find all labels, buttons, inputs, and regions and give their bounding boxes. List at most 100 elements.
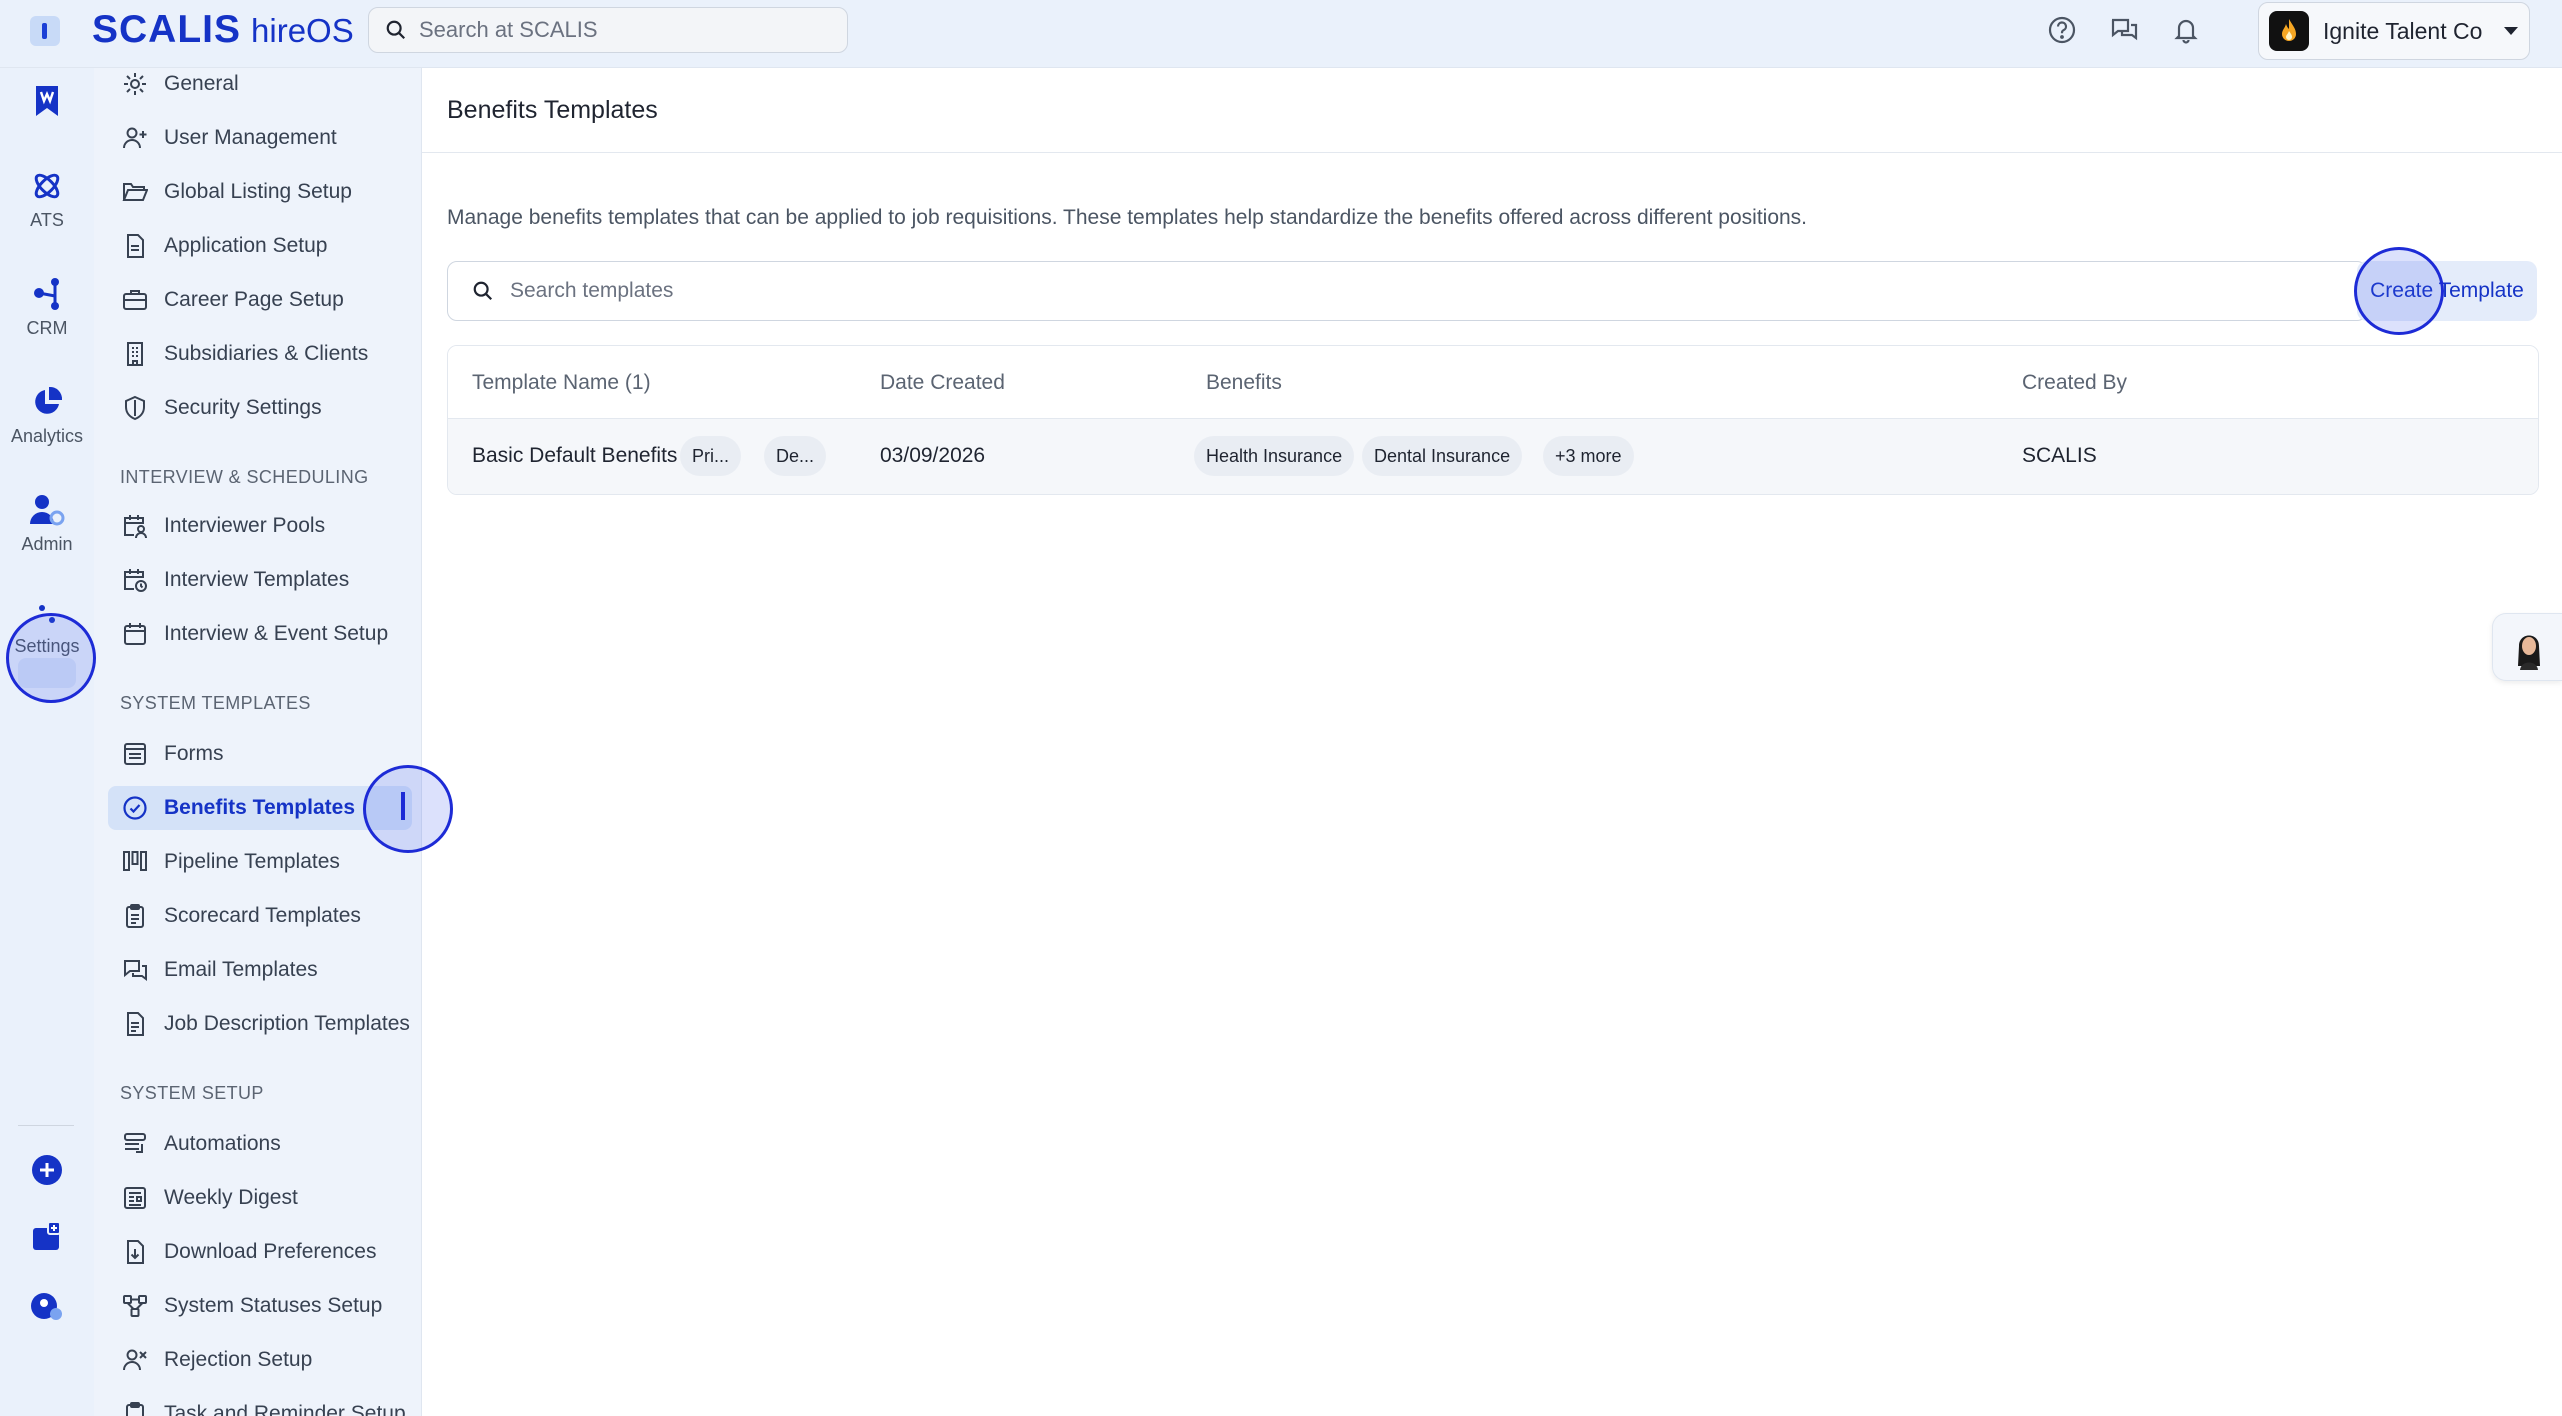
user-x-icon <box>123 1349 147 1371</box>
sidebar-item-label: Interview & Event Setup <box>164 622 389 645</box>
shield-icon <box>125 395 145 421</box>
sidebar-item-label: Security Settings <box>164 396 322 419</box>
sidebar-item-label: Interview Templates <box>164 568 350 591</box>
calendar-icon <box>124 623 146 645</box>
global-search-input[interactable]: Search at SCALIS <box>368 7 848 53</box>
benefit-chip: Health Insurance <box>1194 436 1355 476</box>
pie-chart-icon <box>35 386 63 414</box>
section-header-system-setup: SYSTEM SETUP <box>120 1083 264 1103</box>
column-header-template-name[interactable]: Template Name (1) <box>472 371 651 395</box>
sidebar-item-general[interactable]: General <box>108 68 412 106</box>
app-rail: ATS CRM Analytics Admin Settings SS <box>0 68 94 1416</box>
sidebar-item-interview-templates[interactable]: Interview Templates <box>108 558 412 602</box>
sidebar-item-task-reminder-setup[interactable]: Task and Reminder Setup <box>108 1392 412 1416</box>
rail-label-ats: ATS <box>30 210 64 230</box>
sidebar-item-label: User Management <box>164 126 337 149</box>
highlight-ring-benefits <box>363 765 453 853</box>
chat-bubbles-icon <box>124 960 147 981</box>
sidebar-item-system-statuses-setup[interactable]: System Statuses Setup <box>108 1284 412 1328</box>
sidebar-item-download-preferences[interactable]: Download Preferences <box>108 1230 412 1274</box>
template-search-input[interactable]: Search templates <box>447 261 2367 321</box>
page-description: Manage benefits templates that can be ap… <box>447 206 1808 229</box>
file-download-icon <box>127 1240 144 1264</box>
product-name: hireOS <box>251 12 354 49</box>
column-header-date-created[interactable]: Date Created <box>880 371 1005 395</box>
title-divider <box>422 152 2562 153</box>
check-circle-icon <box>123 796 147 820</box>
assistant-avatar-icon <box>2518 635 2540 670</box>
account-switcher[interactable]: Ignite Talent Co <box>2258 2 2530 60</box>
rail-divider <box>18 1125 74 1126</box>
rail-handbook-button[interactable] <box>0 1220 94 1252</box>
sidebar-item-label: Automations <box>164 1132 281 1155</box>
sidebar-item-application-setup[interactable]: Application Setup <box>108 224 412 268</box>
building-icon <box>127 342 143 366</box>
global-search-placeholder: Search at SCALIS <box>419 17 598 42</box>
search-icon <box>386 20 406 40</box>
sidebar-item-label: Download Preferences <box>164 1240 377 1263</box>
settings-sidebar: General User Management Global Listing S… <box>94 68 422 1416</box>
sidebar-item-email-templates[interactable]: Email Templates <box>108 948 412 992</box>
text-cursor-icon <box>401 792 405 820</box>
benefit-chip: Dental Insurance <box>1362 436 1523 476</box>
rail-item-home[interactable] <box>0 84 94 118</box>
sidebar-item-label: Global Listing Setup <box>164 180 352 203</box>
table-row[interactable]: Basic Default Benefits Pri... De... 03/0… <box>448 419 2538 494</box>
messages-icon[interactable] <box>2106 12 2142 48</box>
sidebar-item-label: Task and Reminder Setup <box>164 1402 406 1416</box>
more-benefits-chip[interactable]: +3 more <box>1543 436 1634 476</box>
plus-circle-icon <box>32 1155 62 1185</box>
rail-item-admin[interactable]: Admin <box>0 492 94 555</box>
notifications-bell-icon[interactable] <box>2168 12 2204 48</box>
document-icon <box>127 234 144 258</box>
help-icon[interactable] <box>2044 12 2080 48</box>
sidebar-item-career-page-setup[interactable]: Career Page Setup <box>108 278 412 322</box>
page-title: Benefits Templates <box>447 96 658 124</box>
highlight-ring-create <box>2354 247 2444 335</box>
sidebar-item-rejection-setup[interactable]: Rejection Setup <box>108 1338 412 1382</box>
sidebar-item-job-description-templates[interactable]: Job Description Templates <box>108 1002 412 1046</box>
sidebar-item-label: Job Description Templates <box>164 1012 410 1035</box>
app-logo[interactable]: SCALIS hireOS <box>92 8 354 52</box>
sidebar-item-subsidiaries-clients[interactable]: Subsidiaries & Clients <box>108 332 412 376</box>
sidebar-item-label: System Statuses Setup <box>164 1294 383 1317</box>
folder-open-icon <box>122 183 148 201</box>
rail-item-analytics[interactable]: Analytics <box>0 384 94 447</box>
sidebar-item-forms[interactable]: Forms <box>108 732 412 776</box>
template-name-cell[interactable]: Basic Default Benefits <box>472 444 677 468</box>
rail-support-button[interactable] <box>0 1290 94 1322</box>
search-icon <box>473 281 493 301</box>
main-content: Benefits Templates Manage benefits templ… <box>422 68 2562 1416</box>
assistant-launcher[interactable] <box>2492 613 2562 681</box>
section-header-system-templates: SYSTEM TEMPLATES <box>120 693 311 713</box>
sidebar-item-security-settings[interactable]: Security Settings <box>108 386 412 430</box>
book-plus-icon <box>33 1221 61 1250</box>
sidebar-item-interview-event-setup[interactable]: Interview & Event Setup <box>108 612 412 656</box>
sidebar-item-label: Interviewer Pools <box>164 514 326 537</box>
rail-add-button[interactable] <box>0 1154 94 1186</box>
rail-item-ats[interactable]: ATS <box>0 168 94 231</box>
sidebar-item-label: Benefits Templates <box>164 796 355 819</box>
column-header-benefits[interactable]: Benefits <box>1206 371 1282 395</box>
rail-label-analytics: Analytics <box>10 426 84 446</box>
admin-user-gear-icon <box>30 495 65 526</box>
sidebar-item-pipeline-templates[interactable]: Pipeline Templates <box>108 840 412 884</box>
chevron-down-icon <box>2504 27 2519 35</box>
kanban-icon <box>123 851 147 871</box>
column-header-created-by[interactable]: Created By <box>2022 371 2127 395</box>
sidebar-item-user-management[interactable]: User Management <box>108 116 412 160</box>
template-tag-chip: De... <box>764 436 827 476</box>
sidebar-item-interviewer-pools[interactable]: Interviewer Pools <box>108 504 412 548</box>
gear-icon <box>124 73 146 95</box>
sidebar-item-global-listing-setup[interactable]: Global Listing Setup <box>108 170 412 214</box>
bookmark-icon <box>36 86 58 116</box>
calendar-user-icon <box>124 515 147 539</box>
sidebar-item-scorecard-templates[interactable]: Scorecard Templates <box>108 894 412 938</box>
sidebar-item-automations[interactable]: Automations <box>108 1122 412 1166</box>
sidebar-item-weekly-digest[interactable]: Weekly Digest <box>108 1176 412 1220</box>
sidebar-toggle-button[interactable] <box>30 16 60 46</box>
company-logo <box>2269 11 2309 51</box>
sidebar-item-label: Career Page Setup <box>164 288 344 311</box>
automation-flow-icon <box>124 1133 146 1153</box>
rail-item-crm[interactable]: CRM <box>0 276 94 339</box>
